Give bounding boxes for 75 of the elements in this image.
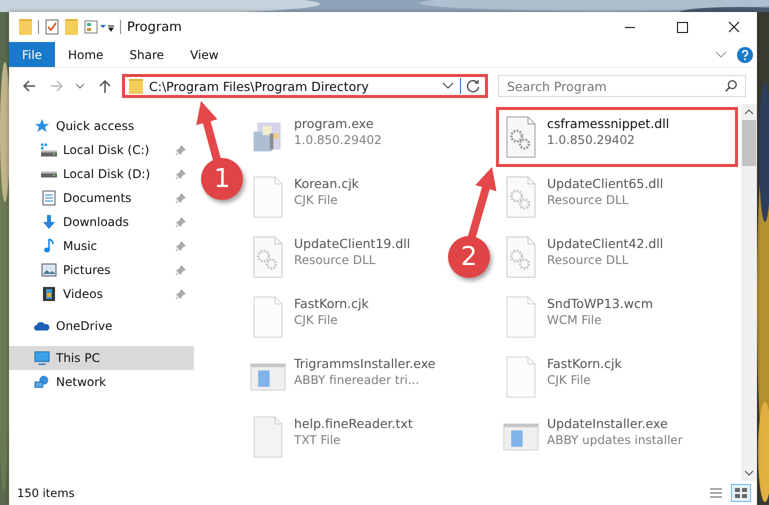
file-name[interactable]: Korean.cjk: [294, 176, 359, 191]
sidebar-item[interactable]: Documents: [9, 186, 194, 210]
scroll-thumb[interactable]: [742, 120, 756, 166]
folder-icon: [129, 78, 143, 94]
up-icon[interactable]: [97, 78, 113, 94]
pin-icon[interactable]: [175, 288, 186, 300]
file-detail: CJK File: [294, 193, 339, 207]
address-field[interactable]: C:\Program Files\Program Directory: [122, 74, 488, 98]
file-name[interactable]: TrigrammsInstaller.exe: [294, 356, 436, 371]
document-icon: [41, 190, 57, 206]
monitor-icon: [34, 350, 50, 366]
pin-icon[interactable]: [175, 168, 186, 180]
file-detail: CJK File: [294, 313, 339, 327]
music-note-icon: [41, 238, 57, 254]
star-icon: [34, 118, 50, 134]
file-name[interactable]: UpdateClient19.dll: [294, 236, 410, 251]
file-name[interactable]: UpdateClient42.dll: [547, 236, 664, 251]
sidebar-item[interactable]: Quick access: [9, 114, 194, 138]
help-icon[interactable]: [737, 46, 753, 62]
item-count: 150 items: [17, 486, 75, 500]
file-name[interactable]: csframessnippet.dll: [547, 116, 670, 131]
recent-locations-icon[interactable]: [75, 82, 85, 90]
scroll-up-icon[interactable]: [744, 109, 754, 115]
scroll-down-icon[interactable]: [744, 470, 754, 476]
file-name[interactable]: program.exe: [294, 116, 382, 131]
sidebar-item[interactable]: Local Disk (C:): [9, 138, 194, 162]
pin-icon[interactable]: [175, 240, 186, 252]
file-detail: CJK File: [547, 373, 592, 387]
pin-icon[interactable]: [175, 144, 186, 156]
file-detail: ABBY finereader tri...: [294, 373, 420, 387]
ribbon-tab[interactable]: Share: [116, 42, 178, 67]
sidebar-item[interactable]: Pictures: [9, 258, 194, 282]
file-name[interactable]: UpdateClient65.dll: [547, 176, 664, 191]
pin-icon[interactable]: [175, 216, 186, 228]
network-icon: [34, 374, 50, 390]
search-field[interactable]: Search Program: [498, 75, 746, 97]
file-name[interactable]: help.fineReader.txt: [294, 416, 413, 431]
customize-toolbar-icon[interactable]: [84, 19, 114, 35]
file-detail: TXT File: [294, 433, 342, 447]
search-icon: [724, 79, 738, 93]
file-detail: ABBY updates installer: [547, 433, 683, 447]
scrollbar[interactable]: [741, 104, 757, 481]
properties-icon[interactable]: [45, 19, 59, 35]
picture-icon: [41, 262, 57, 278]
expand-ribbon-icon[interactable]: [715, 50, 727, 58]
sidebar-item[interactable]: Local Disk (D:): [9, 162, 194, 186]
dropdown-icon[interactable]: [442, 82, 454, 90]
sidebar-item[interactable]: This PC: [9, 346, 194, 370]
film-icon: [41, 286, 57, 302]
sidebar-item[interactable]: Network: [9, 370, 194, 394]
window-title: Program: [127, 20, 182, 34]
large-icons-view-icon[interactable]: [731, 484, 751, 502]
back-icon[interactable]: [21, 78, 37, 94]
file-detail: Resource DLL: [294, 253, 376, 267]
file-detail: Resource DLL: [547, 253, 630, 267]
sidebar-item[interactable]: Downloads: [9, 210, 194, 234]
file-name[interactable]: FastKorn.cjk: [294, 296, 369, 311]
file-detail: Resource DLL: [547, 193, 630, 207]
drive-icon: [41, 142, 57, 158]
file-name[interactable]: FastKorn.cjk: [547, 356, 622, 371]
sidebar-item[interactable]: Music: [9, 234, 194, 258]
file-detail: 1.0.850.29402: [294, 133, 382, 147]
file-detail: 1.0.850.29402: [547, 133, 636, 147]
drive-icon: [41, 170, 57, 178]
ribbon-tab[interactable]: View: [177, 42, 232, 67]
sidebar-item[interactable]: Videos: [9, 282, 194, 306]
pin-icon[interactable]: [175, 192, 186, 204]
download-arrow-icon: [41, 214, 57, 230]
file-name[interactable]: SndToWP13.wcm: [547, 296, 653, 311]
file-detail: WCM File: [547, 313, 602, 327]
sidebar-item[interactable]: OneDrive: [9, 314, 194, 338]
file-menu-button[interactable]: File: [9, 42, 55, 67]
ribbon-tab[interactable]: Home: [55, 42, 116, 67]
pin-icon[interactable]: [175, 264, 186, 276]
file-name[interactable]: UpdateInstaller.exe: [547, 416, 683, 431]
